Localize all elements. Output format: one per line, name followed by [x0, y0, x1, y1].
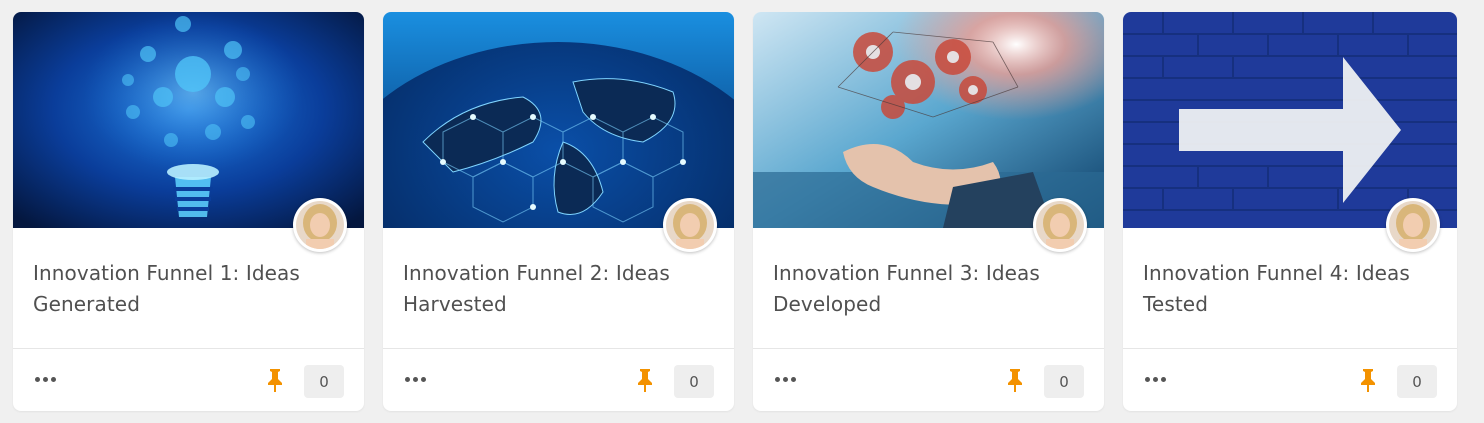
more-options-button[interactable] — [775, 369, 796, 389]
pin-icon — [268, 369, 282, 392]
arrow-brick-wall-image — [1123, 12, 1457, 228]
ellipsis-icon — [35, 376, 40, 382]
funnel-card-3[interactable]: Innovation Funnel 3: Ideas Developed 0 — [753, 12, 1104, 411]
count-badge[interactable]: 0 — [1044, 365, 1084, 398]
more-options-button[interactable] — [405, 369, 426, 389]
card-footer: 0 — [383, 348, 734, 411]
count-badge[interactable]: 0 — [1397, 365, 1437, 398]
card-title[interactable]: Innovation Funnel 3: Ideas Developed — [773, 258, 1064, 320]
card-footer: 0 — [13, 348, 364, 411]
globe-network-image — [383, 12, 734, 228]
pin-button[interactable] — [634, 367, 656, 393]
funnel-card-1[interactable]: Innovation Funnel 1: Ideas Generated 0 — [13, 12, 364, 411]
pin-icon — [1008, 369, 1022, 392]
avatar[interactable] — [1386, 198, 1440, 252]
count-badge[interactable]: 0 — [674, 365, 714, 398]
avatar[interactable] — [293, 198, 347, 252]
card-image[interactable] — [753, 12, 1104, 228]
pin-icon — [638, 369, 652, 392]
card-image[interactable] — [13, 12, 364, 228]
ellipsis-icon — [775, 376, 780, 382]
card-image[interactable] — [1123, 12, 1457, 228]
card-footer: 0 — [753, 348, 1104, 411]
card-footer: 0 — [1123, 348, 1457, 411]
card-title[interactable]: Innovation Funnel 2: Ideas Harvested — [403, 258, 694, 320]
funnel-card-4[interactable]: Innovation Funnel 4: Ideas Tested 0 — [1123, 12, 1457, 411]
card-image[interactable] — [383, 12, 734, 228]
pin-icon — [1361, 369, 1375, 392]
card-title[interactable]: Innovation Funnel 1: Ideas Generated — [33, 258, 324, 320]
pin-button[interactable] — [1357, 367, 1379, 393]
ellipsis-icon — [1145, 376, 1150, 382]
pin-button[interactable] — [1004, 367, 1026, 393]
more-options-button[interactable] — [35, 369, 56, 389]
funnel-card-2[interactable]: Innovation Funnel 2: Ideas Harvested 0 — [383, 12, 734, 411]
card-grid: Innovation Funnel 1: Ideas Generated 0 I… — [13, 12, 1457, 411]
more-options-button[interactable] — [1145, 369, 1166, 389]
pin-button[interactable] — [264, 367, 286, 393]
card-title[interactable]: Innovation Funnel 4: Ideas Tested — [1143, 258, 1417, 320]
count-badge[interactable]: 0 — [304, 365, 344, 398]
hand-gears-image — [753, 12, 1104, 228]
avatar[interactable] — [663, 198, 717, 252]
ellipsis-icon — [405, 376, 410, 382]
lightbulb-network-image — [13, 12, 364, 228]
avatar[interactable] — [1033, 198, 1087, 252]
